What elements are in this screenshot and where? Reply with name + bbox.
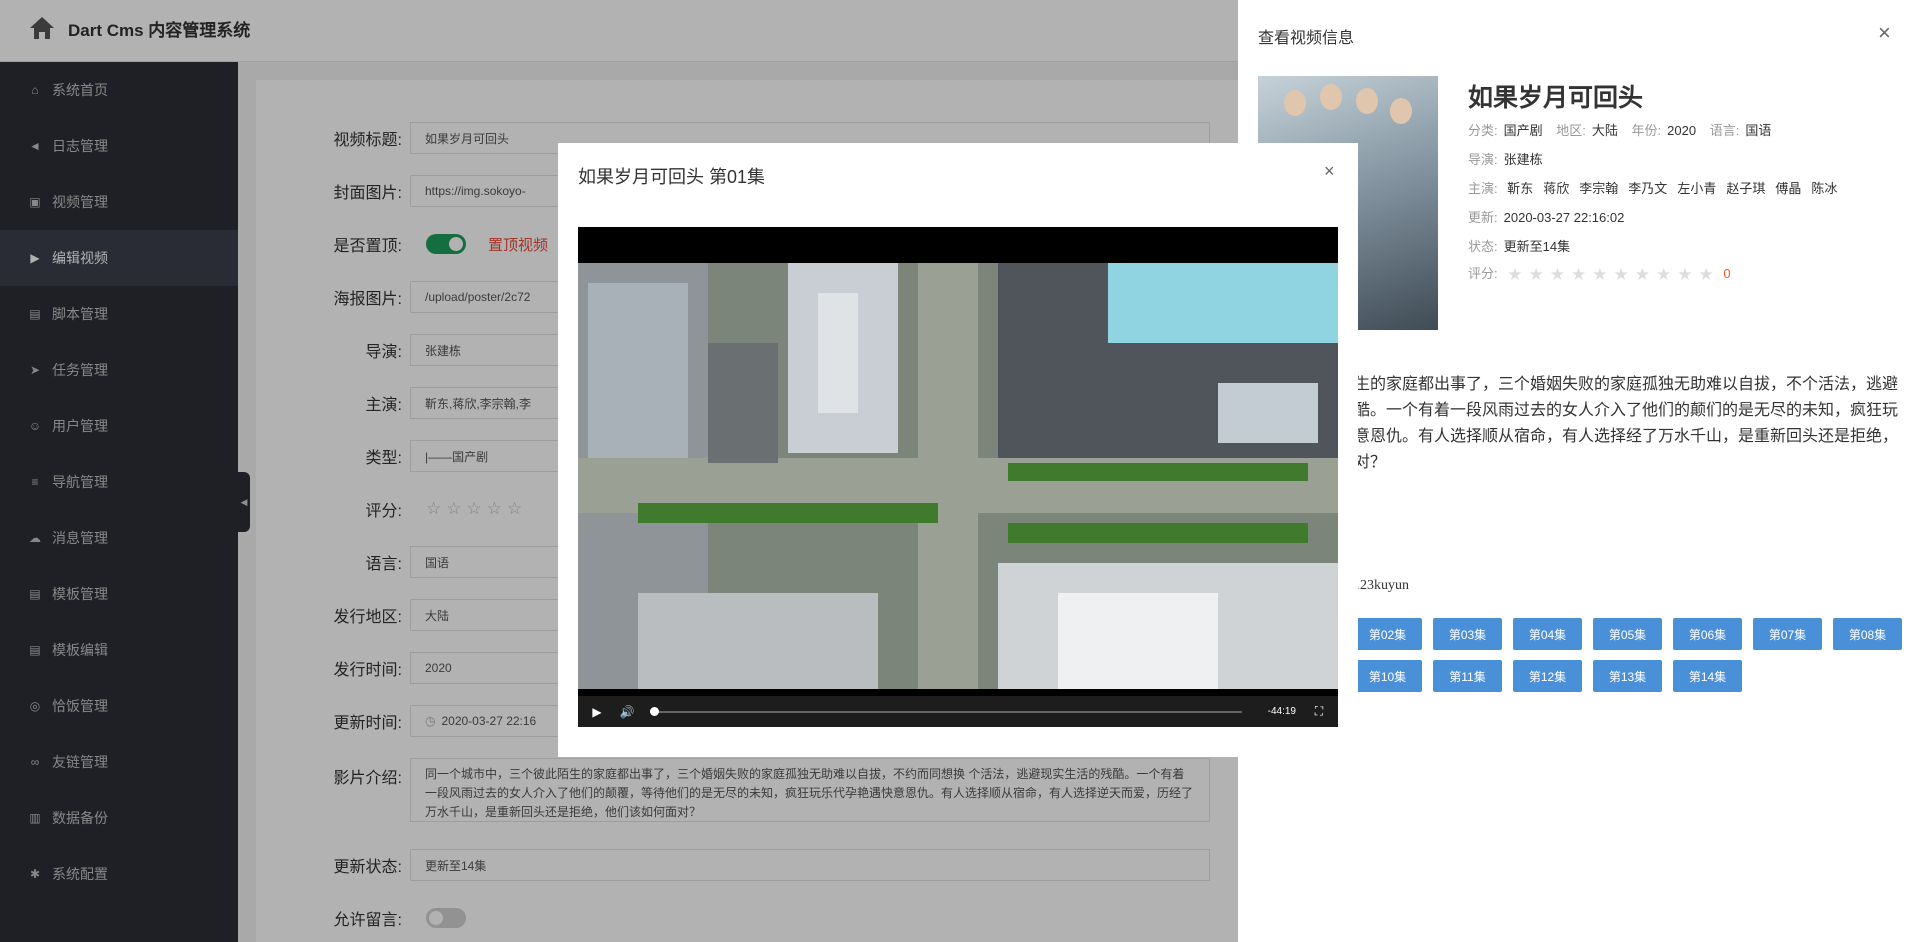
actor-name[interactable]: 李宗翰 <box>1579 181 1618 196</box>
actors-line: 主演: 靳东 蒋欣 李宗翰 李乃文 左小青 赵子琪 傅晶 陈冰 <box>1468 178 1847 197</box>
video-controls: ▶ 🔊 -44:19 ⛶ <box>578 696 1338 727</box>
meta-line: 分类: 国产剧 地区: 大陆 年份: 2020 语言: 国语 <box>1468 120 1781 139</box>
episode-button[interactable]: 第11集 <box>1433 660 1502 692</box>
video-frame <box>578 263 1338 689</box>
update-line: 更新: 2020-03-27 22:16:02 <box>1468 207 1634 226</box>
rating-line: 评分: ★ ★ ★ ★ ★ ★ ★ ★ ★ ★ 0 <box>1468 263 1731 285</box>
episode-button[interactable]: 第12集 <box>1513 660 1582 692</box>
actor-name[interactable]: 左小青 <box>1677 181 1716 196</box>
modal-title: 如果岁月可回头 第01集 <box>578 167 766 187</box>
region-value: 大陆 <box>1591 123 1618 138</box>
year-value: 2020 <box>1667 123 1697 138</box>
star-icon: ★ <box>1528 264 1544 284</box>
actor-name[interactable]: 陈冰 <box>1811 181 1837 196</box>
episode-button[interactable]: 第05集 <box>1593 618 1662 650</box>
episode-button[interactable]: 第14集 <box>1673 660 1742 692</box>
episode-button[interactable]: 第06集 <box>1673 618 1742 650</box>
category-key: 分类: <box>1468 123 1498 138</box>
actor-name[interactable]: 李乃文 <box>1628 181 1667 196</box>
episode-button[interactable]: 第13集 <box>1593 660 1662 692</box>
director-key: 导演: <box>1468 152 1498 167</box>
progress-bar[interactable] <box>650 706 1242 716</box>
actor-name[interactable]: 靳东 <box>1507 181 1533 196</box>
episode-button[interactable]: 第04集 <box>1513 618 1582 650</box>
star-icon: ★ <box>1656 264 1672 284</box>
director-line: 导演: 张建栋 <box>1468 149 1553 168</box>
actors-key: 主演: <box>1468 181 1498 196</box>
rating-stars: ★ ★ ★ ★ ★ ★ ★ ★ ★ ★ <box>1507 265 1714 285</box>
episode-button[interactable]: 第07集 <box>1753 618 1822 650</box>
close-icon[interactable]: × <box>1324 161 1335 182</box>
actor-name[interactable]: 傅晶 <box>1775 181 1801 196</box>
episode-button[interactable]: 第10集 <box>1353 660 1422 692</box>
rating-key: 评分: <box>1468 266 1498 281</box>
drawer-title: 如果岁月可回头 <box>1468 84 1644 112</box>
update-key: 更新: <box>1468 210 1498 225</box>
progress-knob[interactable] <box>650 706 659 716</box>
state-key: 状态: <box>1468 239 1498 254</box>
actor-name[interactable]: 蒋欣 <box>1543 181 1569 196</box>
episode-button[interactable]: 第02集 <box>1353 618 1422 650</box>
state-line: 状态: 更新至14集 <box>1468 236 1580 255</box>
volume-icon[interactable]: 🔊 <box>620 705 635 719</box>
star-icon: ★ <box>1507 264 1523 284</box>
star-icon: ★ <box>1571 264 1587 284</box>
episode-button[interactable]: 第03集 <box>1433 618 1502 650</box>
time-remaining: -44:19 <box>1267 706 1296 717</box>
star-icon: ★ <box>1634 264 1650 284</box>
state-value: 更新至14集 <box>1503 239 1571 254</box>
update-value: 2020-03-27 22:16:02 <box>1503 210 1625 225</box>
source-name: 123kuyun <box>1353 578 1409 593</box>
lang-key: 语言: <box>1709 123 1740 138</box>
star-icon: ★ <box>1549 264 1565 284</box>
lang-value: 国语 <box>1745 123 1772 138</box>
fullscreen-icon[interactable]: ⛶ <box>1312 704 1326 719</box>
star-icon: ★ <box>1592 264 1608 284</box>
director-value: 张建栋 <box>1503 152 1543 167</box>
region-key: 地区: <box>1556 123 1586 138</box>
close-icon[interactable]: × <box>1878 20 1891 46</box>
year-key: 年份: <box>1631 123 1662 138</box>
episode-button[interactable]: 第08集 <box>1833 618 1902 650</box>
star-icon: ★ <box>1613 264 1629 284</box>
actor-list: 靳东 蒋欣 李宗翰 李乃文 左小青 赵子琪 傅晶 陈冰 <box>1507 181 1847 196</box>
video-modal: 如果岁月可回头 第01集 × ▶ 🔊 -44:19 ⛶ <box>558 143 1358 757</box>
episode-list: 第02集 第03集 第04集 第05集 第06集 第07集 第08集第10集 第11集 第12集… <box>1353 618 1913 692</box>
drawer-heading: 查看视频信息 <box>1258 30 1355 47</box>
star-icon: ★ <box>1677 264 1693 284</box>
category-value: 国产剧 <box>1503 123 1543 138</box>
video-player[interactable]: ▶ 🔊 -44:19 ⛶ <box>578 227 1338 727</box>
star-icon: ★ <box>1698 264 1714 284</box>
actor-name[interactable]: 赵子琪 <box>1726 181 1765 196</box>
rating-value: 0 <box>1723 266 1731 281</box>
play-icon[interactable]: ▶ <box>590 705 604 719</box>
